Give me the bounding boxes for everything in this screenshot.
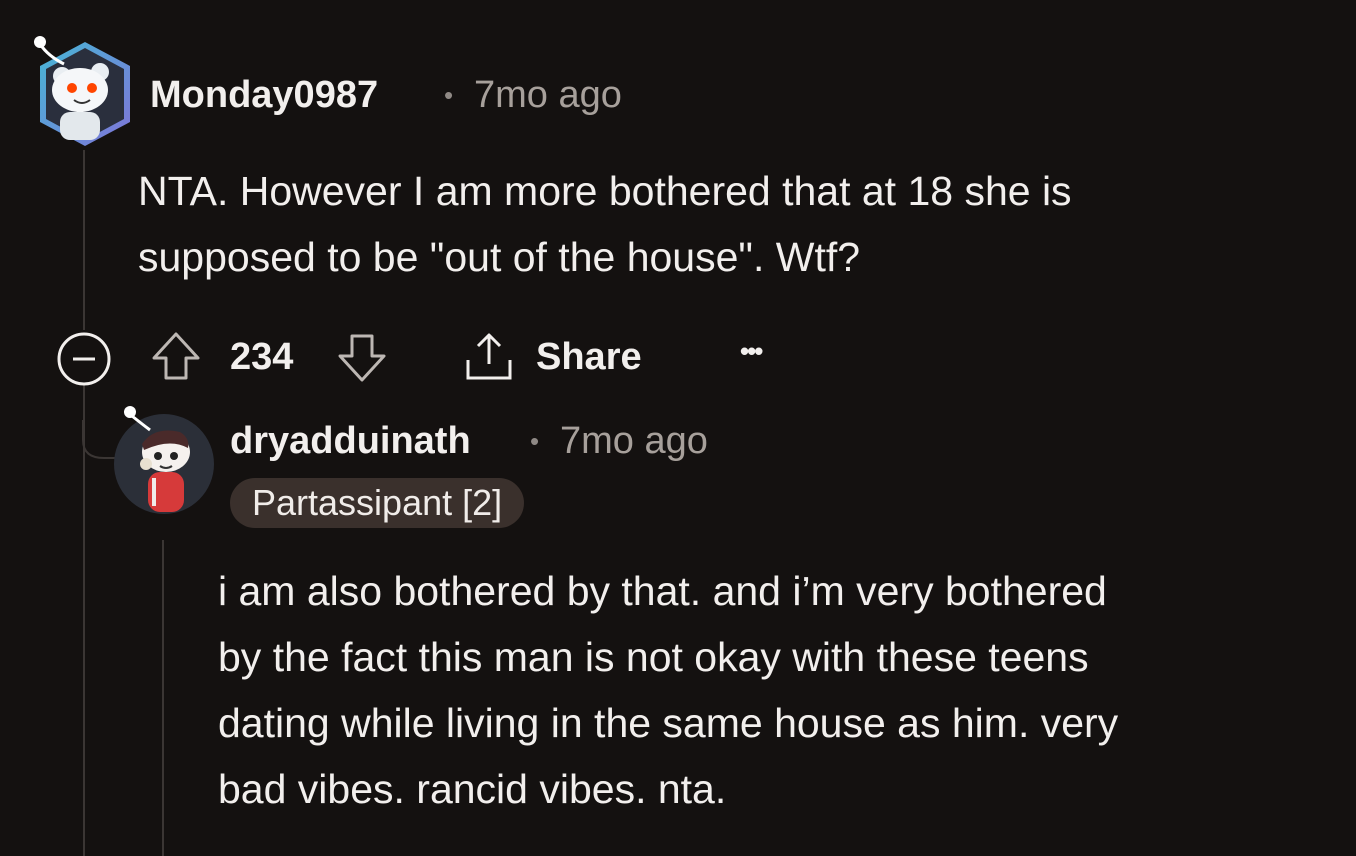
comment-body: NTA. However I am more bothered that at …	[138, 158, 1072, 290]
comment-body-line: supposed to be "out of the house". Wtf?	[138, 234, 861, 280]
share-button[interactable]	[462, 330, 516, 384]
header-separator: •	[444, 80, 454, 110]
more-options-button[interactable]: •••	[740, 336, 763, 367]
comment-username[interactable]: Monday0987	[150, 74, 378, 117]
reply-body-line: by the fact this man is not okay with th…	[218, 634, 1089, 680]
reply-body-line: dating while living in the same house as…	[218, 700, 1119, 746]
upvote-button[interactable]	[150, 330, 202, 382]
arrow-down-icon	[338, 334, 386, 382]
reply-body-line: bad vibes. rancid vibes. nta.	[218, 766, 727, 812]
reply-body-line: i am also bothered by that. and i’m very…	[218, 568, 1107, 614]
reply-username[interactable]: dryadduinath	[230, 420, 471, 463]
thread-line-reply	[162, 540, 164, 856]
avatar-dryadduinath[interactable]	[110, 404, 214, 521]
user-flair: Partassipant [2]	[230, 478, 525, 528]
reply-header-separator: •	[530, 426, 540, 456]
share-icon	[466, 333, 512, 380]
share-label[interactable]: Share	[536, 336, 642, 379]
arrow-up-icon	[152, 332, 200, 380]
thread-line-main	[83, 150, 85, 330]
vote-score: 234	[230, 336, 294, 378]
reply-timestamp[interactable]: 7mo ago	[560, 420, 708, 463]
minus-circle-icon	[57, 332, 111, 386]
comment-body-line: NTA. However I am more bothered that at …	[138, 168, 1072, 214]
reply-body: i am also bothered by that. and i’m very…	[218, 558, 1118, 822]
collapse-button[interactable]	[56, 331, 112, 387]
avatar-monday0987[interactable]	[30, 34, 134, 155]
downvote-button[interactable]	[336, 332, 388, 384]
comment-timestamp[interactable]: 7mo ago	[474, 74, 622, 117]
